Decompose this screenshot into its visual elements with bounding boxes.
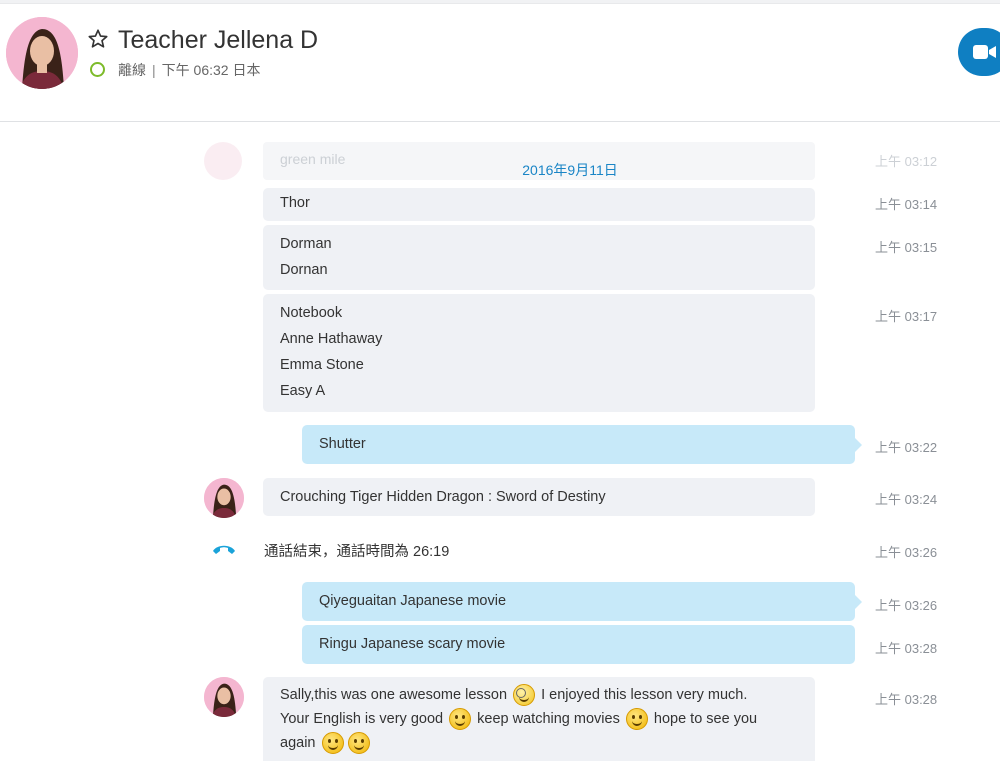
message-line: Emma Stone bbox=[280, 357, 364, 373]
message-text: I enjoyed this lesson very much. bbox=[541, 687, 748, 703]
message-text: Your English is very good bbox=[280, 711, 444, 727]
presence-status: 離線 bbox=[118, 62, 146, 78]
nerd-emoticon bbox=[513, 684, 536, 707]
message-line: Dorman bbox=[280, 236, 332, 252]
date-separator: 2016年9月11日 bbox=[522, 162, 618, 178]
message-time: 上午 03:26 bbox=[875, 545, 938, 560]
smile-emoticon bbox=[449, 708, 472, 731]
message-line: Thor bbox=[280, 195, 310, 211]
message-text: green mile bbox=[280, 151, 346, 167]
message-time: 上午 03:22 bbox=[875, 440, 938, 455]
message-line: Easy A bbox=[280, 383, 326, 399]
message-line: Crouching Tiger Hidden Dragon : Sword of… bbox=[280, 489, 606, 505]
message-text: Sally,this was one awesome lesson bbox=[280, 687, 508, 703]
message-time: 上午 03:14 bbox=[875, 197, 938, 212]
outgoing-message-bubble[interactable]: Shutter bbox=[302, 425, 855, 464]
message-line: Anne Hathaway bbox=[280, 331, 383, 347]
message-time: 上午 03:17 bbox=[875, 309, 938, 324]
message-text: again bbox=[280, 735, 316, 751]
message-time: 上午 03:15 bbox=[875, 240, 938, 255]
message-line: Dornan bbox=[280, 262, 328, 278]
contact-avatar[interactable] bbox=[204, 478, 244, 518]
status-separator: | bbox=[152, 62, 156, 78]
message-text: hope to see you bbox=[653, 711, 758, 727]
smile-emoticon bbox=[347, 732, 370, 755]
message-time: 上午 03:12 bbox=[875, 154, 938, 169]
message-line: Shutter bbox=[319, 436, 366, 452]
message-bubble[interactable]: Notebook Anne Hathaway Emma Stone Easy A bbox=[263, 294, 815, 412]
message-time: 上午 03:28 bbox=[875, 692, 938, 707]
video-call-icon bbox=[973, 45, 996, 59]
message-line: Ringu Japanese scary movie bbox=[319, 636, 506, 652]
conversation-header: Teacher Jellena D 離線 | 下午 06:32 日本 bbox=[0, 4, 1000, 122]
message-bubble[interactable]: Sally,this was one awesome lesson I enjo… bbox=[263, 677, 815, 761]
outgoing-message-bubble[interactable]: Ringu Japanese scary movie bbox=[302, 625, 855, 664]
contact-avatar[interactable] bbox=[6, 17, 78, 89]
contact-name: Teacher Jellena D bbox=[118, 26, 319, 54]
message-time: 上午 03:28 bbox=[875, 641, 938, 656]
message-text: keep watching movies bbox=[477, 711, 620, 727]
smile-emoticon bbox=[625, 708, 648, 731]
status-line: 離線 | 下午 06:32 日本 bbox=[118, 60, 260, 80]
message-bubble[interactable]: Thor bbox=[263, 188, 815, 221]
message-time: 上午 03:26 bbox=[875, 598, 938, 613]
message-bubble[interactable]: Crouching Tiger Hidden Dragon : Sword of… bbox=[263, 478, 815, 516]
call-ended-icon bbox=[213, 545, 235, 554]
outgoing-message-bubble[interactable]: Qiyeguaitan Japanese movie bbox=[302, 582, 855, 621]
local-time: 下午 06:32 日本 bbox=[161, 62, 261, 78]
message-bubble[interactable]: Dorman Dornan bbox=[263, 225, 815, 290]
message-history[interactable]: green mile 上午 03:12 2016年9月11日 Thor 上午 0… bbox=[0, 122, 1000, 761]
contact-avatar[interactable] bbox=[204, 677, 244, 717]
avatar bbox=[204, 142, 242, 180]
message-line: Your English is very good keep watching … bbox=[280, 707, 798, 731]
favorite-star-icon[interactable] bbox=[87, 28, 109, 50]
video-call-button[interactable] bbox=[958, 28, 1000, 76]
call-ended-text: 通話結束，通話時間為 26:19 bbox=[264, 544, 450, 560]
bubble-tail bbox=[855, 438, 862, 452]
smile-emoticon bbox=[321, 732, 344, 755]
status-icon bbox=[90, 62, 105, 77]
message-line: Notebook bbox=[280, 305, 343, 321]
bubble-tail bbox=[855, 595, 862, 609]
message-time: 上午 03:24 bbox=[875, 492, 938, 507]
message-line: again bbox=[280, 731, 798, 755]
message-line: Qiyeguaitan Japanese movie bbox=[319, 593, 507, 609]
message-line: Sally,this was one awesome lesson I enjo… bbox=[280, 683, 798, 707]
